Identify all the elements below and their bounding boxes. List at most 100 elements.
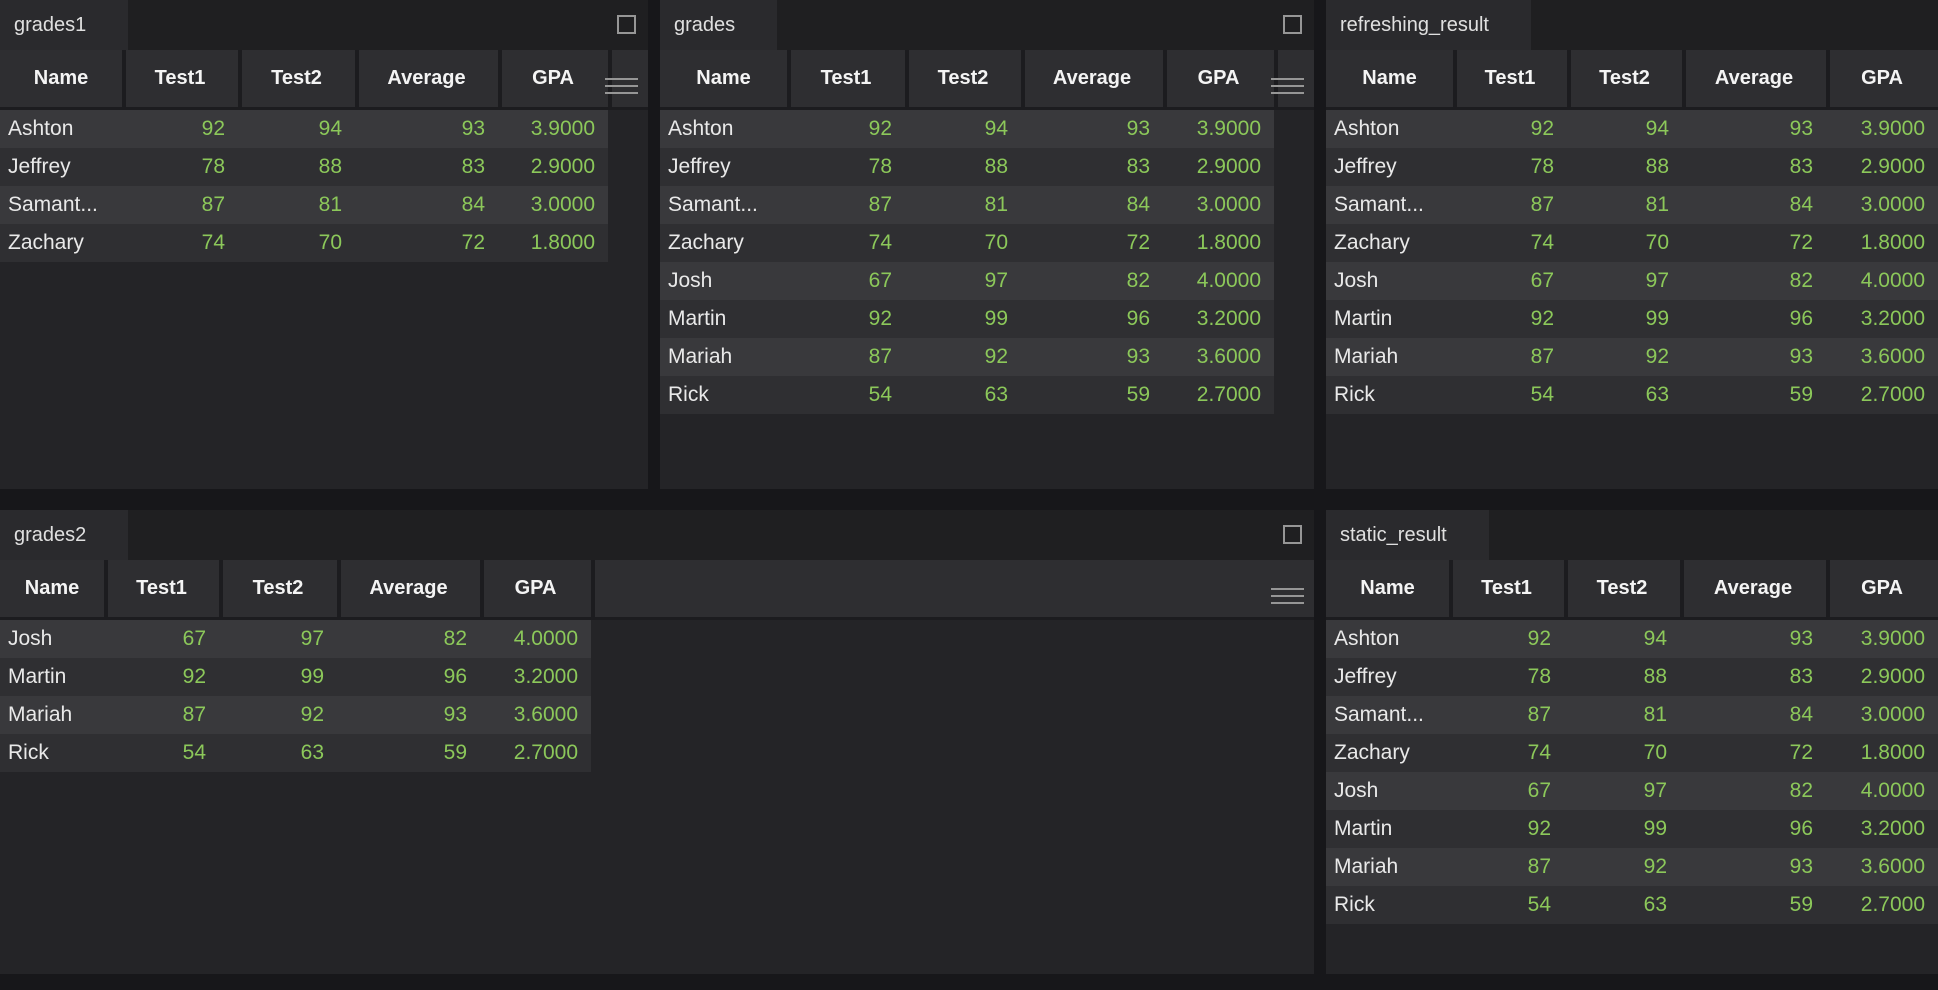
column-header-test2[interactable]: Test2 (905, 50, 1021, 107)
table-row[interactable]: Martin9299963.2000 (660, 300, 1274, 338)
cell-name: Jeffrey (1326, 658, 1449, 696)
column-header-average[interactable]: Average (1021, 50, 1163, 107)
column-header-test1[interactable]: Test1 (104, 560, 219, 617)
table-row[interactable]: Josh6797824.0000 (1326, 772, 1938, 810)
cell-name: Mariah (0, 696, 104, 734)
table-row[interactable]: Jeffrey7888832.9000 (1326, 658, 1938, 696)
column-header-test2[interactable]: Test2 (1567, 50, 1682, 107)
column-header-average[interactable]: Average (1682, 50, 1826, 107)
table-row[interactable]: Martin9299963.2000 (1326, 810, 1938, 848)
column-header-name[interactable]: Name (1326, 50, 1453, 107)
table-row[interactable]: Ashton9294933.9000 (1326, 110, 1938, 148)
cell-average: 93 (1682, 338, 1826, 376)
menu-icon[interactable] (605, 78, 638, 94)
panel-grades: grades NameTest1Test2AverageGPA Ashton92… (660, 0, 1314, 489)
column-header-gpa[interactable]: GPA (1163, 50, 1274, 107)
column-header-test1[interactable]: Test1 (787, 50, 905, 107)
maximize-icon[interactable] (1283, 525, 1302, 544)
column-header-name[interactable]: Name (0, 50, 122, 107)
table-row[interactable]: Josh6797824.0000 (0, 620, 591, 658)
table-row[interactable]: Samant...8781843.0000 (660, 186, 1274, 224)
column-header-test2[interactable]: Test2 (238, 50, 355, 107)
menu-icon[interactable] (1271, 588, 1304, 604)
table-row[interactable]: Jeffrey7888832.9000 (1326, 148, 1938, 186)
maximize-icon[interactable] (1283, 15, 1302, 34)
column-header-gpa[interactable]: GPA (1826, 560, 1938, 617)
table-row[interactable]: Mariah8792933.6000 (660, 338, 1274, 376)
panel-refreshing-result: refreshing_result NameTest1Test2AverageG… (1326, 0, 1938, 489)
table-body: Josh6797824.0000Martin9299963.2000Mariah… (0, 620, 591, 772)
tab-grades2[interactable]: grades2 (0, 510, 128, 560)
table-row[interactable]: Samant...8781843.0000 (1326, 186, 1938, 224)
cell-gpa: 2.9000 (1826, 148, 1938, 186)
column-header-gpa[interactable]: GPA (480, 560, 591, 617)
cell-average: 96 (337, 658, 480, 696)
cell-average: 96 (1021, 300, 1163, 338)
cell-name: Rick (1326, 886, 1449, 924)
column-header-name[interactable]: Name (1326, 560, 1449, 617)
column-header-name[interactable]: Name (660, 50, 787, 107)
table-row[interactable]: Ashton9294933.9000 (1326, 620, 1938, 658)
cell-gpa: 2.7000 (1826, 376, 1938, 414)
table-row[interactable]: Jeffrey7888832.9000 (660, 148, 1274, 186)
cell-average: 96 (1682, 300, 1826, 338)
table-row[interactable]: Josh6797824.0000 (660, 262, 1274, 300)
menu-icon[interactable] (1271, 78, 1304, 94)
cell-test1: 74 (122, 224, 238, 262)
column-header-test1[interactable]: Test1 (122, 50, 238, 107)
table-row[interactable]: Martin9299963.2000 (1326, 300, 1938, 338)
cell-test1: 87 (787, 186, 905, 224)
panel-grades1: grades1 NameTest1Test2AverageGPA Ashton9… (0, 0, 648, 489)
cell-name: Mariah (1326, 338, 1453, 376)
table-body: Ashton9294933.9000Jeffrey7888832.9000Sam… (1326, 110, 1938, 414)
tab-static-result[interactable]: static_result (1326, 510, 1489, 560)
table-row[interactable]: Jeffrey7888832.9000 (0, 148, 608, 186)
column-header-gpa[interactable]: GPA (1826, 50, 1938, 107)
column-header-test1[interactable]: Test1 (1453, 50, 1567, 107)
table-row[interactable]: Zachary7470721.8000 (1326, 734, 1938, 772)
cell-name: Rick (1326, 376, 1453, 414)
tab-bar: grades1 (0, 0, 648, 50)
cell-gpa: 3.9000 (1163, 110, 1274, 148)
column-header-average[interactable]: Average (1680, 560, 1826, 617)
cell-average: 59 (1682, 376, 1826, 414)
table-row[interactable]: Rick5463592.7000 (1326, 376, 1938, 414)
column-header-average[interactable]: Average (355, 50, 498, 107)
table-row[interactable]: Mariah8792933.6000 (0, 696, 591, 734)
cell-name: Samant... (660, 186, 787, 224)
column-header-name[interactable]: Name (0, 560, 104, 617)
maximize-icon[interactable] (617, 15, 636, 34)
cell-average: 93 (337, 696, 480, 734)
table-row[interactable]: Martin9299963.2000 (0, 658, 591, 696)
cell-test1: 67 (1453, 262, 1567, 300)
table-row[interactable]: Zachary7470721.8000 (0, 224, 608, 262)
cell-test1: 67 (104, 620, 219, 658)
table-row[interactable]: Ashton9294933.9000 (660, 110, 1274, 148)
cell-test1: 78 (1453, 148, 1567, 186)
column-header-average[interactable]: Average (337, 560, 480, 617)
table-row[interactable]: Zachary7470721.8000 (1326, 224, 1938, 262)
tab-refreshing-result[interactable]: refreshing_result (1326, 0, 1531, 50)
table-row[interactable]: Mariah8792933.6000 (1326, 338, 1938, 376)
column-header-test1[interactable]: Test1 (1449, 560, 1564, 617)
cell-test2: 70 (1567, 224, 1682, 262)
table-row[interactable]: Ashton9294933.9000 (0, 110, 608, 148)
table-row[interactable]: Samant...8781843.0000 (0, 186, 608, 224)
table-row[interactable]: Samant...8781843.0000 (1326, 696, 1938, 734)
column-header-gpa[interactable]: GPA (498, 50, 608, 107)
table-row[interactable]: Josh6797824.0000 (1326, 262, 1938, 300)
cell-test1: 54 (1453, 376, 1567, 414)
column-header-test2[interactable]: Test2 (219, 560, 337, 617)
cell-average: 82 (1682, 262, 1826, 300)
table-row[interactable]: Zachary7470721.8000 (660, 224, 1274, 262)
table-row[interactable]: Mariah8792933.6000 (1326, 848, 1938, 886)
tab-grades1[interactable]: grades1 (0, 0, 128, 50)
tab-grades[interactable]: grades (660, 0, 777, 50)
table-row[interactable]: Rick5463592.7000 (1326, 886, 1938, 924)
table-row[interactable]: Rick5463592.7000 (660, 376, 1274, 414)
cell-test1: 54 (1449, 886, 1564, 924)
table-row[interactable]: Rick5463592.7000 (0, 734, 591, 772)
column-header-row: NameTest1Test2AverageGPA (1326, 560, 1938, 620)
column-header-test2[interactable]: Test2 (1564, 560, 1680, 617)
cell-test1: 87 (104, 696, 219, 734)
